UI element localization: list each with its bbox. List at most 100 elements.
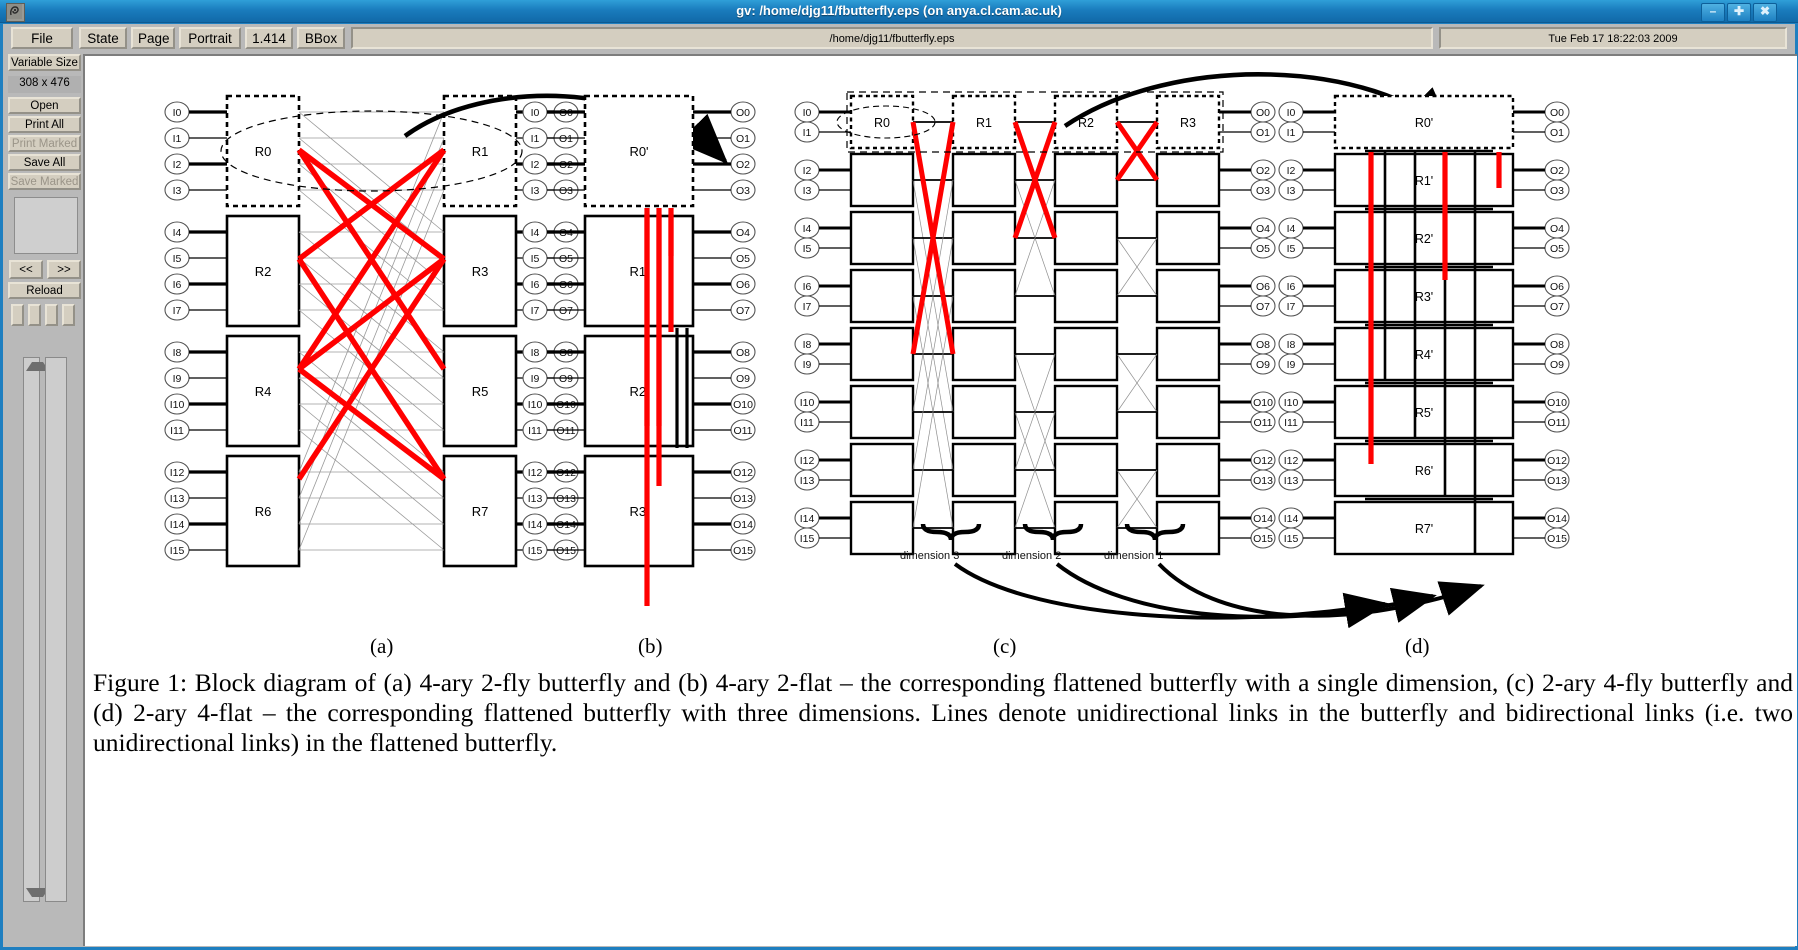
reload-button[interactable]: Reload [8, 282, 81, 299]
svg-text:R3: R3 [472, 264, 489, 279]
svg-text:O15: O15 [556, 545, 576, 557]
previous-page-button[interactable]: << [9, 260, 43, 279]
svg-text:R1: R1 [472, 144, 489, 159]
save-all-button[interactable]: Save All [8, 154, 81, 171]
page-size-readout: 308 x 476 [8, 76, 81, 93]
filename-field[interactable]: /home/djg11/fbutterfly.eps [351, 27, 1433, 49]
svg-text:O14: O14 [733, 519, 753, 531]
page-thumbnail-box[interactable] [14, 197, 78, 254]
svg-text:O7: O7 [1256, 301, 1270, 313]
svg-text:I0: I0 [803, 107, 812, 119]
svg-text:O4: O4 [1550, 223, 1564, 235]
svg-text:I2: I2 [803, 165, 812, 177]
variable-size-button[interactable]: Variable Size [8, 54, 81, 71]
panel-label-c: (c) [993, 634, 1017, 658]
close-button[interactable]: ✖ [1753, 3, 1777, 22]
svg-text:O3: O3 [1550, 185, 1564, 197]
svg-text:I7: I7 [531, 305, 540, 317]
svg-text:I15: I15 [528, 545, 543, 557]
vertical-scroll-track[interactable] [45, 357, 67, 902]
svg-text:O10: O10 [733, 399, 753, 411]
svg-text:I3: I3 [803, 185, 812, 197]
window-titlebar[interactable]: gv: /home/djg11/fbutterfly.eps (on anya.… [0, 0, 1798, 23]
dimension-label-3: dimension 3 [900, 550, 960, 562]
svg-text:I6: I6 [173, 279, 182, 291]
svg-text:I0: I0 [531, 107, 540, 119]
svg-text:R3': R3' [1415, 290, 1433, 304]
svg-text:R2: R2 [255, 264, 272, 279]
scale-menu-button[interactable]: 1.414 [245, 27, 293, 49]
svg-text:I9: I9 [531, 373, 540, 385]
svg-text:I7: I7 [173, 305, 182, 317]
svg-text:I2: I2 [531, 159, 540, 171]
save-marked-button: Save Marked [8, 173, 81, 190]
svg-text:I12: I12 [528, 467, 543, 479]
orientation-menu-button[interactable]: Portrait [179, 27, 241, 49]
svg-text:O10: O10 [1253, 397, 1273, 409]
svg-text:I8: I8 [803, 339, 812, 351]
maximize-button[interactable]: ✚ [1727, 3, 1751, 22]
svg-text:O0: O0 [1550, 107, 1564, 119]
figure-canvas: R0 R1 I0 I1 I2 I3 O0 O1 O2 O3 R2 R3 I4 I5 I6 I7 O4 O5 O6 O7… [85, 56, 1797, 946]
open-button[interactable]: Open [8, 97, 81, 114]
svg-text:R4: R4 [255, 384, 272, 399]
svg-text:O2: O2 [1550, 165, 1564, 177]
svg-text:R6': R6' [1415, 464, 1433, 478]
svg-text:O11: O11 [556, 425, 575, 437]
svg-text:I6: I6 [531, 279, 540, 291]
svg-text:I0: I0 [1287, 107, 1296, 119]
svg-text:R6: R6 [255, 504, 272, 519]
svg-text:O8: O8 [736, 347, 750, 359]
svg-text:I15: I15 [170, 545, 185, 557]
page-marker-2[interactable] [28, 304, 41, 326]
svg-text:O3: O3 [559, 185, 573, 197]
sidebar: Variable Size 308 x 476 Open Print All P… [3, 52, 86, 947]
svg-text:O1: O1 [1256, 127, 1270, 139]
svg-text:I10: I10 [800, 397, 815, 409]
svg-text:I1: I1 [803, 127, 812, 139]
svg-text:I14: I14 [1284, 513, 1299, 525]
svg-text:O9: O9 [1256, 359, 1270, 371]
svg-text:R1: R1 [976, 116, 992, 130]
file-menu-button[interactable]: File [11, 27, 73, 49]
page-marker-3[interactable] [45, 304, 58, 326]
svg-text:I15: I15 [1284, 533, 1299, 545]
svg-text:R5: R5 [472, 384, 489, 399]
svg-text:I10: I10 [528, 399, 543, 411]
page-marker-1[interactable] [11, 304, 24, 326]
svg-text:I2: I2 [1287, 165, 1296, 177]
svg-text:R7': R7' [1415, 522, 1433, 536]
svg-text:R1': R1' [1415, 174, 1433, 188]
document-page[interactable]: R0 R1 I0 I1 I2 I3 O0 O1 O2 O3 R2 R3 I4 I5 I6 I7 O4 O5 O6 O7… [83, 54, 1797, 946]
toolbar: File State Page Portrait 1.414 BBox /hom… [3, 24, 1795, 52]
svg-text:O6: O6 [736, 279, 750, 291]
svg-text:O3: O3 [736, 185, 750, 197]
svg-text:O5: O5 [559, 253, 573, 265]
svg-text:O1: O1 [559, 133, 573, 145]
page-marker-4[interactable] [62, 304, 75, 326]
svg-text:I3: I3 [531, 185, 540, 197]
svg-text:I6: I6 [803, 281, 812, 293]
print-all-button[interactable]: Print All [8, 116, 81, 133]
svg-text:I4: I4 [803, 223, 812, 235]
svg-text:O14: O14 [1253, 513, 1273, 525]
state-menu-button[interactable]: State [79, 27, 127, 49]
svg-text:R5': R5' [1415, 406, 1433, 420]
svg-text:I3: I3 [173, 185, 182, 197]
dimension-label-1: dimension 1 [1104, 550, 1164, 562]
vertical-scrollbar[interactable] [23, 357, 49, 902]
svg-text:I9: I9 [803, 359, 812, 371]
svg-text:I3: I3 [1287, 185, 1296, 197]
svg-text:O4: O4 [1256, 223, 1270, 235]
svg-text:O3: O3 [1256, 185, 1270, 197]
next-page-button[interactable]: >> [47, 260, 81, 279]
svg-text:I14: I14 [170, 519, 185, 531]
svg-text:I7: I7 [1287, 301, 1296, 313]
svg-text:I1: I1 [173, 133, 182, 145]
page-menu-button[interactable]: Page [131, 27, 175, 49]
svg-text:O9: O9 [736, 373, 750, 385]
bbox-menu-button[interactable]: BBox [297, 27, 345, 49]
gv-main-area: File State Page Portrait 1.414 BBox /hom… [3, 24, 1797, 947]
minimize-button[interactable]: – [1701, 3, 1725, 22]
svg-text:I8: I8 [1287, 339, 1296, 351]
